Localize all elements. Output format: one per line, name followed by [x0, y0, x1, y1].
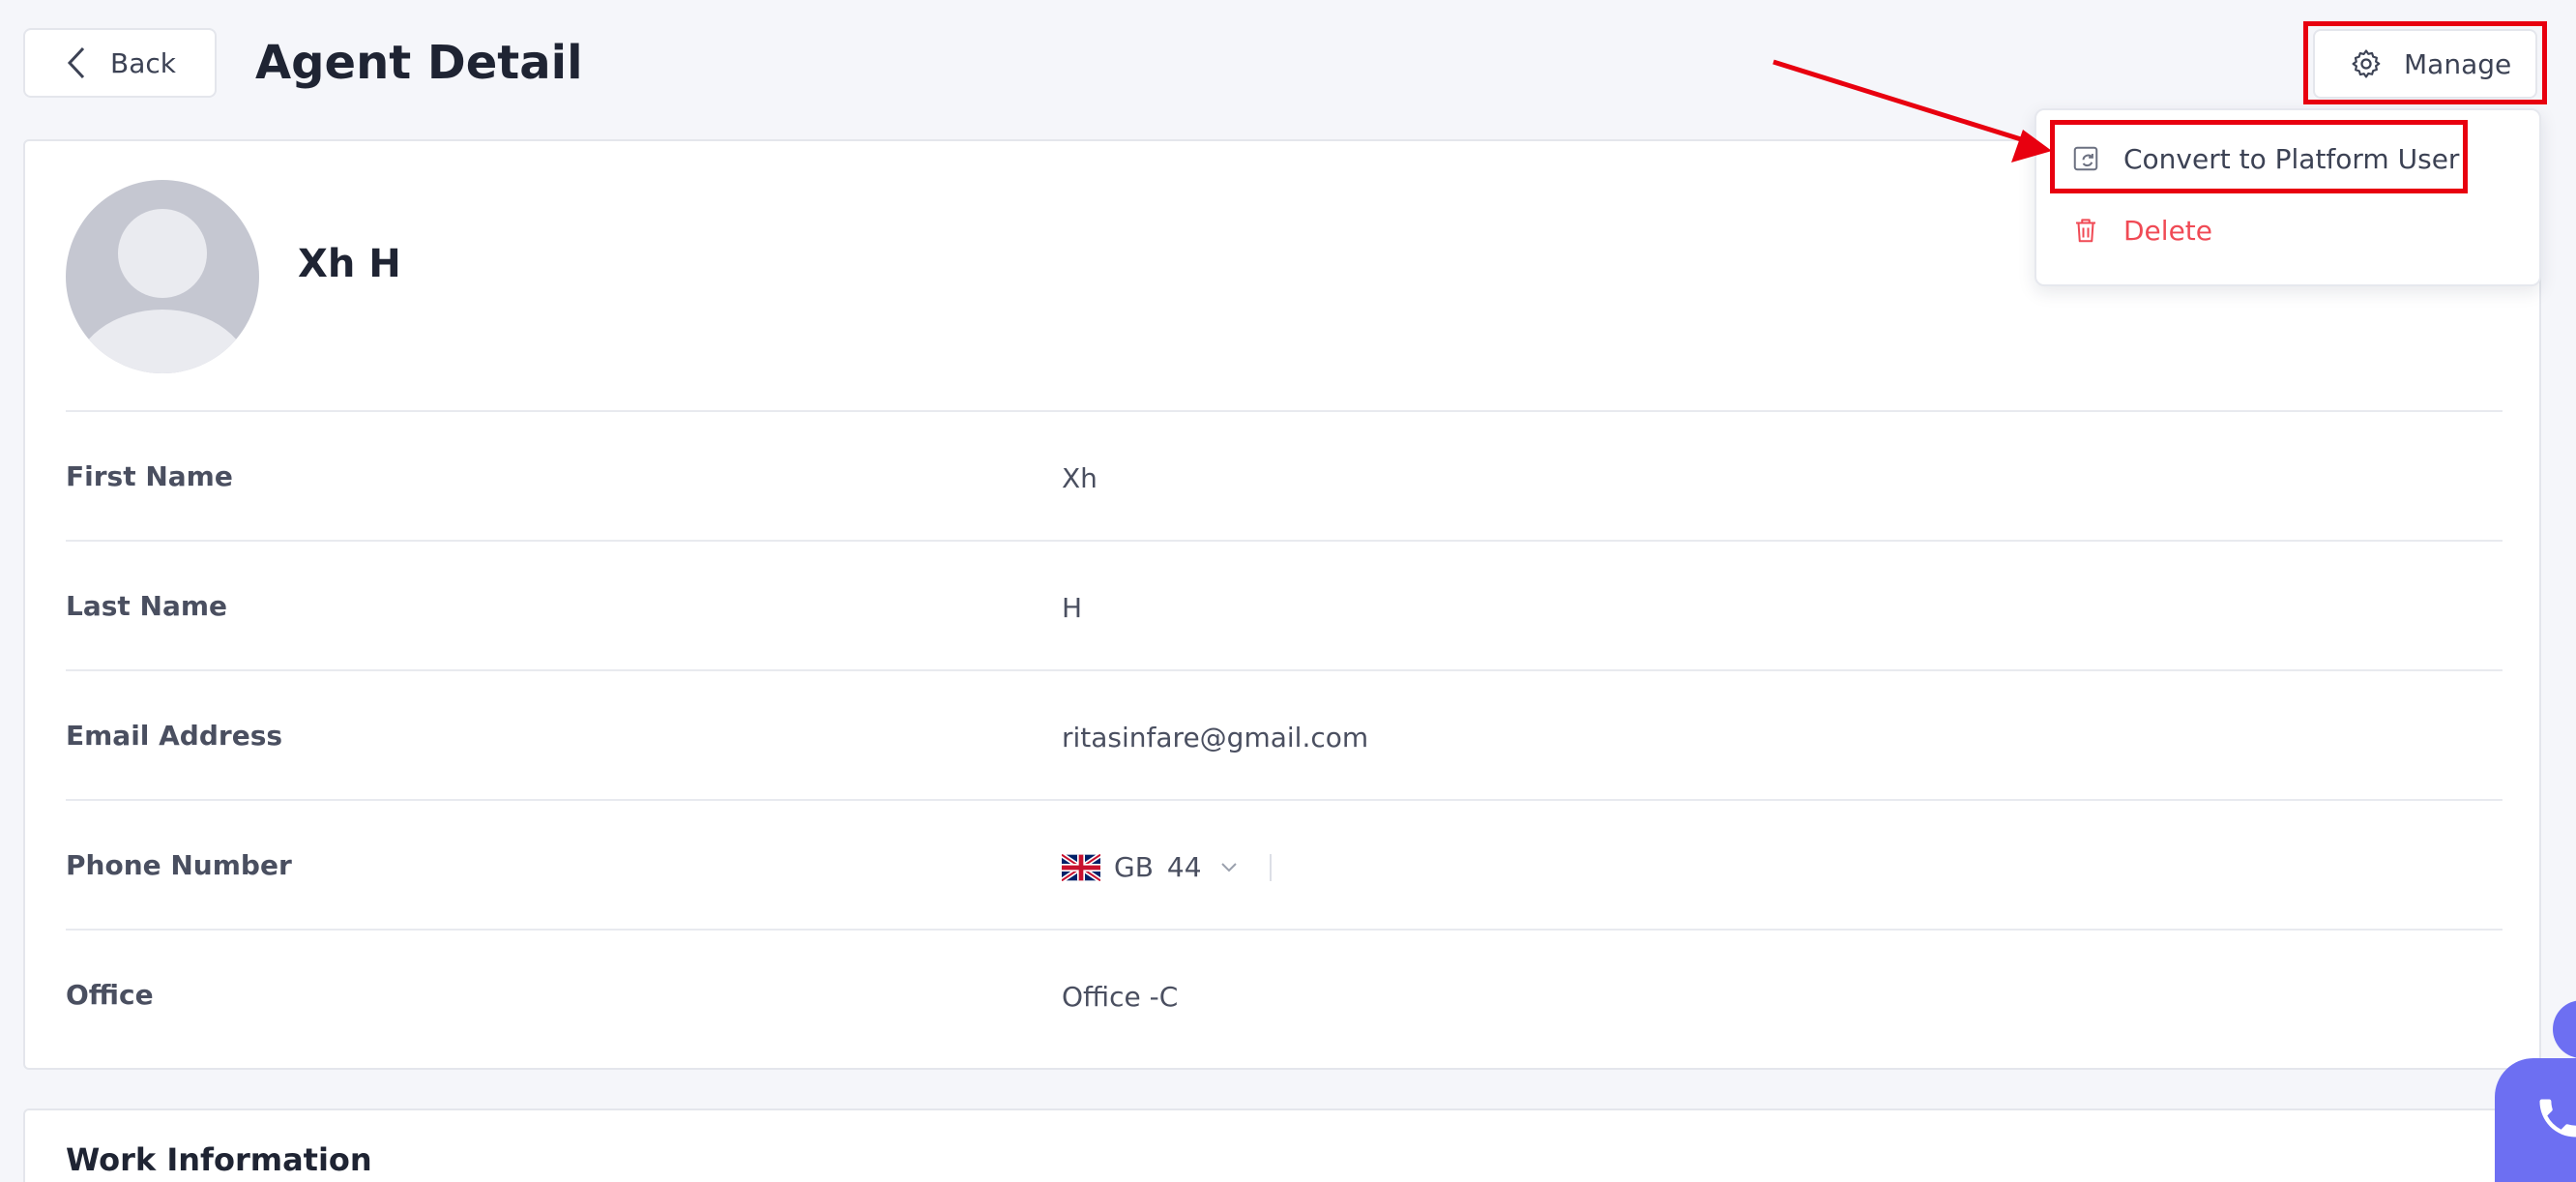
field-row-first-name: First Name Xh — [66, 410, 2503, 540]
menu-item-delete-label: Delete — [2123, 214, 2212, 247]
chevron-left-icon — [67, 46, 85, 79]
phone-country-selector[interactable]: GB 44 — [1114, 851, 1239, 883]
field-row-last-name: Last Name H — [66, 540, 2503, 669]
menu-item-convert-to-platform-user[interactable]: Convert to Platform User — [2071, 135, 2459, 182]
field-row-office: Office Office -C — [66, 929, 2503, 1058]
field-row-phone: Phone Number GB 44 — [66, 799, 2503, 929]
call-widget-notch — [2553, 1000, 2576, 1058]
field-value: ritasinfare@gmail.com — [1062, 722, 1369, 754]
back-button[interactable]: Back — [23, 28, 217, 98]
work-information-card: Work Information — [23, 1108, 2541, 1182]
back-label: Back — [110, 46, 176, 79]
section-title: Work Information — [66, 1141, 372, 1178]
phone-divider — [1269, 853, 1272, 881]
chevron-down-icon — [1220, 862, 1237, 872]
gear-icon — [2352, 49, 2381, 78]
avatar-body — [73, 310, 251, 373]
phone-value: GB 44 — [1062, 851, 1272, 883]
field-label: Phone Number — [66, 849, 292, 881]
phone-icon — [2539, 1099, 2576, 1138]
field-value: H — [1062, 592, 1083, 624]
avatar — [66, 180, 259, 373]
field-value: Xh — [1062, 462, 1098, 494]
field-label: First Name — [66, 460, 233, 492]
agent-name: Xh H — [298, 242, 401, 286]
menu-item-delete[interactable]: Delete — [2071, 207, 2212, 253]
avatar-head — [118, 209, 207, 298]
page-title: Agent Detail — [255, 36, 583, 90]
field-label: Last Name — [66, 590, 228, 622]
menu-item-convert-label: Convert to Platform User — [2123, 142, 2460, 175]
manage-button[interactable]: Manage — [2313, 29, 2537, 99]
field-value: Office -C — [1062, 981, 1179, 1013]
convert-user-icon — [2073, 146, 2098, 171]
trash-icon — [2076, 219, 2095, 243]
uk-flag-icon — [1062, 853, 1100, 881]
field-label: Email Address — [66, 720, 283, 752]
manage-label: Manage — [2404, 47, 2512, 80]
field-row-email: Email Address ritasinfare@gmail.com — [66, 669, 2503, 799]
phone-dial-code: 44 — [1166, 851, 1202, 883]
phone-country-code: GB — [1114, 851, 1154, 883]
call-widget-button[interactable] — [2495, 1058, 2576, 1182]
field-label: Office — [66, 979, 154, 1011]
